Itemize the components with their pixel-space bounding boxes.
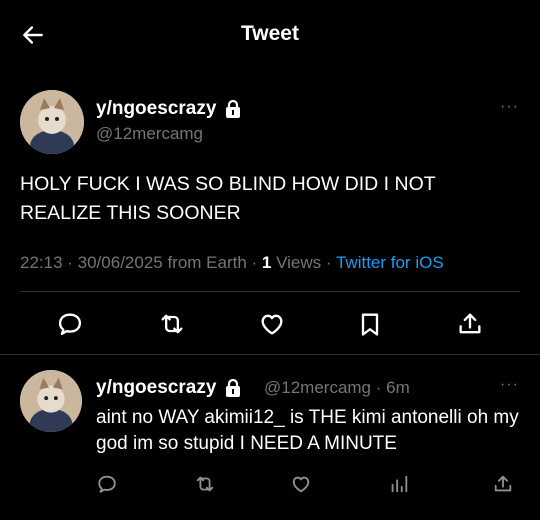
header-bar: Tweet [0,0,540,70]
author-handle[interactable]: @12mercamg [96,124,203,144]
lock-icon [226,378,241,397]
display-name[interactable]: y/ngoescrazy [96,377,216,399]
share-icon[interactable] [456,310,484,338]
reply-text: aint no WAY akimii12_ is THE kimi antone… [96,407,519,454]
views-icon[interactable] [388,473,410,495]
views-label: Views · [271,253,336,272]
retweet-icon[interactable] [158,310,186,338]
like-icon[interactable] [290,473,312,495]
bookmark-icon[interactable] [356,310,384,338]
reply-handle-time[interactable]: @12mercamg · 6m [264,378,410,398]
like-icon[interactable] [258,310,286,338]
tweet-info: 22:13 · 30/06/2025 from Earth · 1 Views … [20,253,444,273]
reply-icon[interactable] [96,473,118,495]
page-title: Tweet [241,22,299,45]
divider [0,354,540,355]
author-name[interactable]: y/ngoescrazy [96,98,242,120]
avatar[interactable] [20,90,84,154]
divider [20,291,520,292]
retweet-icon[interactable] [194,473,216,495]
avatar[interactable] [20,370,82,432]
tweet-text: HOLY FUCK I WAS SO BLIND HOW DID I NOT R… [20,173,436,224]
source-link[interactable]: Twitter for iOS [336,253,444,272]
more-options-icon[interactable]: ··· [500,98,519,116]
views-count: 1 [261,253,272,272]
lock-icon [226,99,241,118]
share-icon[interactable] [492,473,514,495]
more-options-icon[interactable]: ··· [500,376,519,394]
tweet-timestamp: 22:13 · 30/06/2025 from Earth · [20,253,262,272]
reply-icon[interactable] [56,310,84,338]
display-name[interactable]: y/ngoescrazy [96,98,216,120]
reply-author-name[interactable]: y/ngoescrazy [96,377,242,399]
